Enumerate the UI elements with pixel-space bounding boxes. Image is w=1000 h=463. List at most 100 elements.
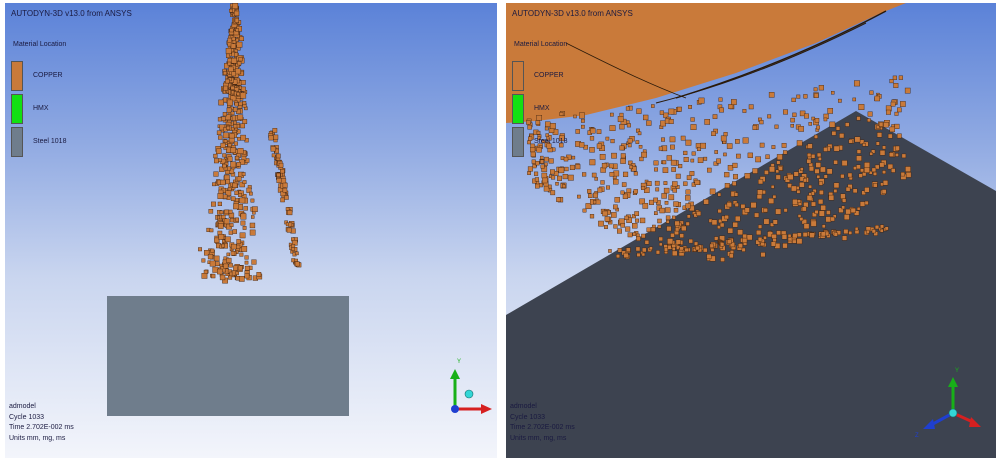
copper-particle xyxy=(295,251,299,256)
copper-particle xyxy=(232,107,238,112)
copper-particle xyxy=(231,71,236,77)
copper-particle xyxy=(813,93,819,98)
copper-particle xyxy=(240,134,246,141)
copper-particle xyxy=(242,180,247,184)
copper-particle xyxy=(893,82,899,88)
copper-particle xyxy=(760,252,766,258)
copper-particle xyxy=(237,136,241,141)
copper-particle xyxy=(216,130,222,136)
copper-particle xyxy=(622,193,629,199)
copper-particle xyxy=(833,232,838,237)
copper-particle xyxy=(897,133,902,139)
axis-triad-icon[interactable]: Y xyxy=(437,351,497,421)
copper-particle xyxy=(706,254,712,260)
copper-particle xyxy=(767,114,772,119)
copper-particle xyxy=(800,167,804,171)
copper-particle xyxy=(250,215,255,219)
copper-particle xyxy=(695,245,700,251)
copper-particle xyxy=(268,135,274,141)
copper-particle xyxy=(711,219,718,226)
axis-triad-icon[interactable]: Y Z xyxy=(911,361,996,441)
copper-particle xyxy=(663,187,670,194)
copper-particle xyxy=(604,216,610,222)
copper-particle xyxy=(729,250,734,255)
copper-particle xyxy=(683,156,689,162)
copper-particle xyxy=(718,219,723,224)
copper-particle xyxy=(823,174,828,179)
left-viewport[interactable]: AUTODYN-3D v13.0 from ANSYS Material Loc… xyxy=(5,3,497,458)
copper-particle xyxy=(646,120,652,126)
app-title: AUTODYN-3D v13.0 from ANSYS xyxy=(11,9,132,18)
copper-particle xyxy=(648,199,654,205)
copper-particle xyxy=(234,198,239,202)
copper-particle xyxy=(752,125,758,130)
copper-particle xyxy=(214,237,220,243)
copper-particle xyxy=(623,252,629,259)
copper-particle xyxy=(569,164,575,171)
time-readout: Time 2.702E-002 ms xyxy=(9,424,74,431)
copper-particle xyxy=(807,143,813,149)
copper-particle xyxy=(611,212,617,218)
copper-particle xyxy=(691,151,696,156)
copper-particle xyxy=(741,247,746,252)
copper-particle xyxy=(653,197,659,203)
copper-particle xyxy=(243,206,248,211)
copper-particle xyxy=(581,172,587,177)
copper-particle xyxy=(625,226,631,232)
copper-particle xyxy=(624,215,629,220)
copper-particle xyxy=(567,174,574,181)
copper-particle xyxy=(227,187,232,191)
copper-particle xyxy=(548,158,554,164)
copper-particle xyxy=(217,201,222,206)
copper-particle xyxy=(287,210,293,216)
copper-particle xyxy=(280,197,285,203)
copper-particle xyxy=(818,85,825,91)
copper-particle xyxy=(802,232,808,237)
copper-particle xyxy=(845,208,851,215)
copper-particle xyxy=(276,153,281,159)
copper-particle xyxy=(235,28,239,32)
copper-particle xyxy=(884,226,889,231)
legend-item-hmx: HMX xyxy=(11,94,131,124)
copper-particle xyxy=(811,201,816,207)
copper-particle xyxy=(207,253,214,260)
copper-particle xyxy=(796,140,803,147)
copper-particle xyxy=(770,185,775,189)
copper-particle xyxy=(843,214,850,220)
copper-particle xyxy=(608,163,614,169)
copper-particle xyxy=(675,173,681,179)
copper-particle xyxy=(823,147,828,152)
copper-particle xyxy=(810,220,817,227)
copper-particle xyxy=(758,224,763,229)
copper-particle xyxy=(230,251,236,256)
copper-particle xyxy=(226,252,231,257)
copper-particle xyxy=(818,157,822,161)
copper-particle xyxy=(724,183,730,189)
copper-particle xyxy=(672,188,677,193)
copper-particle xyxy=(221,243,225,248)
copper-jet-particles xyxy=(198,3,302,284)
copper-particle xyxy=(737,243,743,249)
copper-particle xyxy=(222,163,227,169)
copper-particle xyxy=(657,224,662,229)
copper-particle xyxy=(527,166,533,172)
copper-particle xyxy=(806,195,813,201)
steel-swatch xyxy=(512,127,524,157)
copper-particle xyxy=(665,215,671,221)
copper-particle xyxy=(280,168,285,174)
copper-particle xyxy=(886,109,891,115)
copper-particle xyxy=(869,90,874,95)
copper-particle xyxy=(228,66,234,72)
copper-particle xyxy=(803,202,809,208)
copper-particle xyxy=(658,236,663,242)
copper-particle xyxy=(814,117,820,123)
copper-particle xyxy=(797,232,802,237)
copper-particle xyxy=(660,137,665,142)
copper-particle xyxy=(641,247,647,253)
copper-particle xyxy=(239,197,246,204)
copper-particle xyxy=(654,167,659,172)
right-viewport[interactable]: AUTODYN-3D v13.0 from ANSYS Material Loc… xyxy=(506,3,996,458)
copper-particle xyxy=(233,10,240,17)
copper-particle xyxy=(658,242,663,247)
copper-particle xyxy=(612,178,619,185)
